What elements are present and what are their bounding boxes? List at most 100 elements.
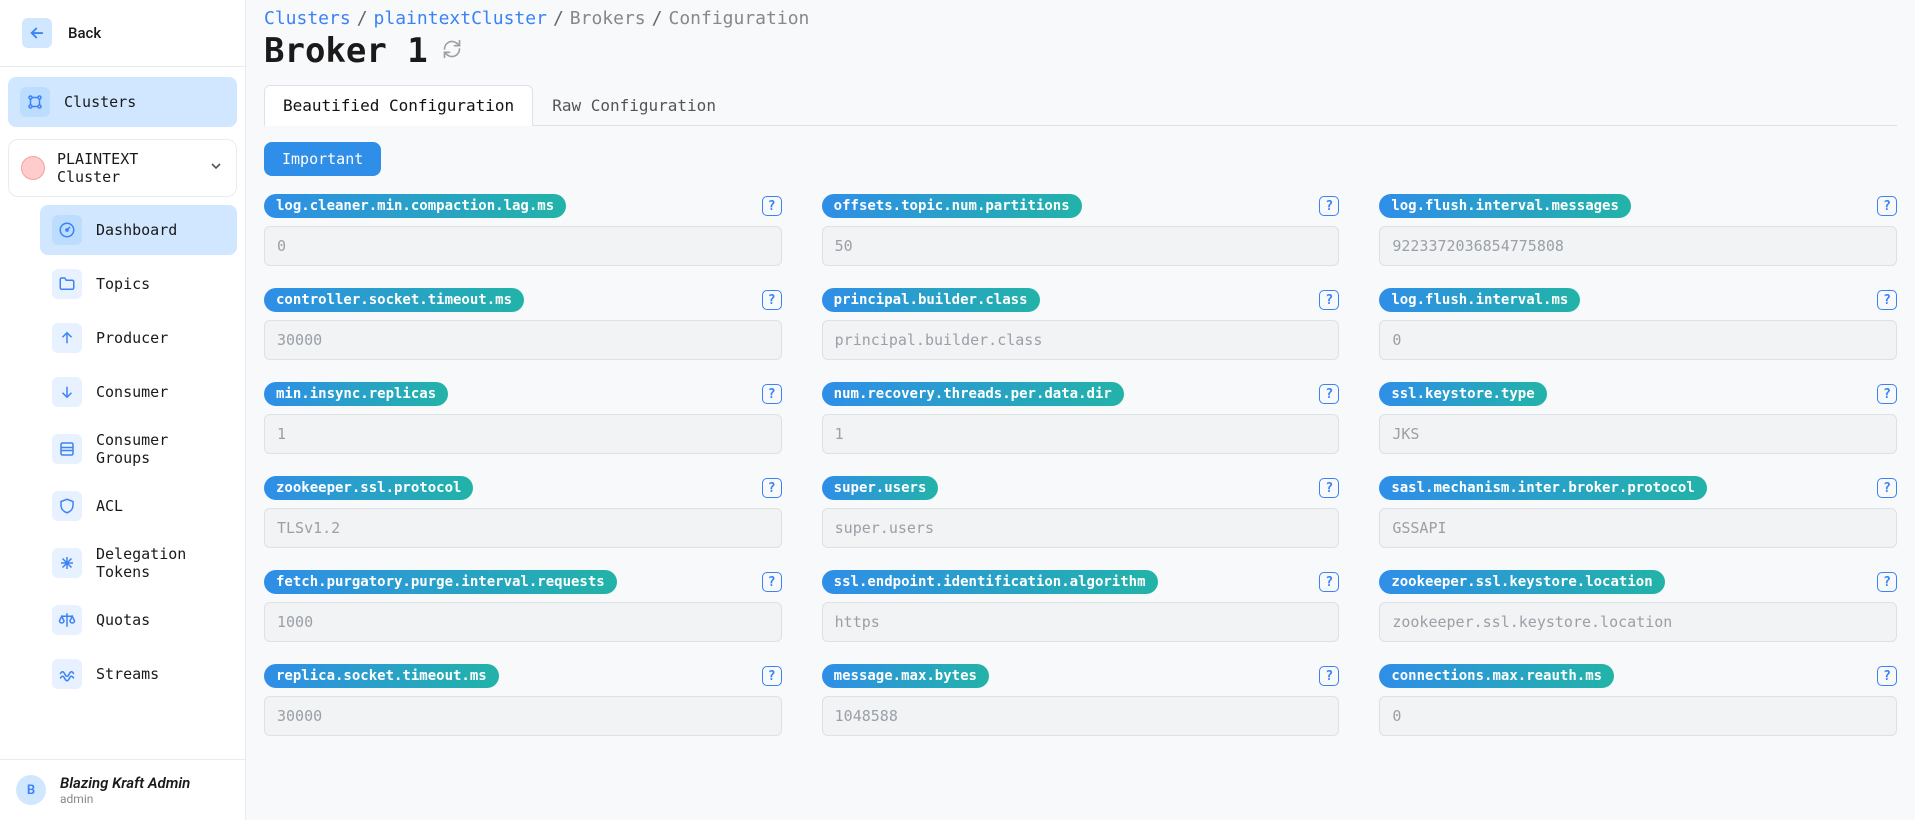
config-value-input[interactable] — [1379, 508, 1897, 548]
config-value-input[interactable] — [822, 696, 1340, 736]
config-key-badge: log.flush.interval.messages — [1379, 194, 1631, 218]
help-icon[interactable]: ? — [1319, 290, 1339, 310]
filter-important-button[interactable]: Important — [264, 142, 381, 176]
cluster-status-dot-icon — [21, 156, 45, 180]
config-value-input[interactable] — [1379, 602, 1897, 642]
config-label-row: zookeeper.ssl.keystore.location? — [1379, 570, 1897, 594]
help-icon[interactable]: ? — [1877, 572, 1897, 592]
config-key-badge: offsets.topic.num.partitions — [822, 194, 1082, 218]
divider — [0, 66, 245, 67]
config-key-badge: ssl.endpoint.identification.algorithm — [822, 570, 1158, 594]
config-value-input[interactable] — [264, 602, 782, 642]
tab-raw-configuration[interactable]: Raw Configuration — [533, 85, 735, 126]
config-value-input[interactable] — [1379, 320, 1897, 360]
breadcrumb-separator: / — [547, 8, 570, 29]
config-label-row: ssl.keystore.type? — [1379, 382, 1897, 406]
config-key-badge: sasl.mechanism.inter.broker.protocol — [1379, 476, 1706, 500]
config-key-badge: fetch.purgatory.purge.interval.requests — [264, 570, 617, 594]
help-icon[interactable]: ? — [1877, 478, 1897, 498]
config-value-input[interactable] — [264, 696, 782, 736]
reload-icon[interactable] — [442, 39, 462, 63]
sidebar-item-clusters[interactable]: Clusters — [8, 77, 237, 127]
config-value-input[interactable] — [822, 226, 1340, 266]
sidebar-item-consumer-groups[interactable]: Consumer Groups — [40, 421, 237, 477]
config-value-input[interactable] — [264, 226, 782, 266]
config-item: ssl.keystore.type? — [1379, 382, 1897, 454]
clusters-label: Clusters — [64, 93, 136, 111]
tab-beautified-configuration[interactable]: Beautified Configuration — [264, 85, 533, 126]
sidebar-footer: B Blazing Kraft Admin admin — [0, 759, 245, 820]
help-icon[interactable]: ? — [762, 196, 782, 216]
sidebar-item-acl[interactable]: ACL — [40, 481, 237, 531]
sidebar-item-consumer[interactable]: Consumer — [40, 367, 237, 417]
sidebar-item-label: Consumer — [96, 383, 168, 401]
config-item: super.users? — [822, 476, 1340, 548]
config-key-badge: zookeeper.ssl.keystore.location — [1379, 570, 1664, 594]
config-item: log.flush.interval.messages? — [1379, 194, 1897, 266]
sidebar-item-label: Topics — [96, 275, 150, 293]
breadcrumb-item[interactable]: Clusters — [264, 8, 351, 29]
config-value-input[interactable] — [822, 508, 1340, 548]
config-key-badge: principal.builder.class — [822, 288, 1040, 312]
config-value-input[interactable] — [822, 414, 1340, 454]
user-role: admin — [60, 792, 190, 806]
help-icon[interactable]: ? — [1319, 196, 1339, 216]
config-value-input[interactable] — [264, 414, 782, 454]
scale-icon — [52, 605, 82, 635]
config-value-input[interactable] — [1379, 226, 1897, 266]
help-icon[interactable]: ? — [1319, 478, 1339, 498]
config-item: sasl.mechanism.inter.broker.protocol? — [1379, 476, 1897, 548]
sidebar-item-topics[interactable]: Topics — [40, 259, 237, 309]
config-label-row: fetch.purgatory.purge.interval.requests? — [264, 570, 782, 594]
config-label-row: connections.max.reauth.ms? — [1379, 664, 1897, 688]
back-label: Back — [68, 24, 101, 42]
config-value-input[interactable] — [264, 508, 782, 548]
help-icon[interactable]: ? — [1319, 666, 1339, 686]
sidebar-item-producer[interactable]: Producer — [40, 313, 237, 363]
avatar[interactable]: B — [16, 775, 46, 805]
breadcrumb-separator: / — [351, 8, 374, 29]
page-title-row: Broker 1 — [264, 31, 1897, 71]
help-icon[interactable]: ? — [1319, 572, 1339, 592]
config-label-row: super.users? — [822, 476, 1340, 500]
sidebar-item-label: Consumer Groups — [96, 431, 225, 467]
config-value-input[interactable] — [264, 320, 782, 360]
sidebar-item-quotas[interactable]: Quotas — [40, 595, 237, 645]
help-icon[interactable]: ? — [762, 666, 782, 686]
help-icon[interactable]: ? — [1877, 290, 1897, 310]
config-item: log.cleaner.min.compaction.lag.ms? — [264, 194, 782, 266]
sidebar: Back Clusters PLAINTEXT Cluster Dashboar… — [0, 0, 246, 820]
config-value-input[interactable] — [822, 320, 1340, 360]
config-key-badge: controller.socket.timeout.ms — [264, 288, 524, 312]
help-icon[interactable]: ? — [762, 384, 782, 404]
sidebar-item-dashboard[interactable]: Dashboard — [40, 205, 237, 255]
asterisk-icon — [52, 548, 82, 578]
config-value-input[interactable] — [822, 602, 1340, 642]
config-key-badge: log.flush.interval.ms — [1379, 288, 1580, 312]
help-icon[interactable]: ? — [1877, 384, 1897, 404]
sidebar-item-delegation-tokens[interactable]: Delegation Tokens — [40, 535, 237, 591]
upload-icon — [52, 323, 82, 353]
config-item: ssl.endpoint.identification.algorithm? — [822, 570, 1340, 642]
help-icon[interactable]: ? — [1877, 196, 1897, 216]
config-value-input[interactable] — [1379, 414, 1897, 454]
config-label-row: log.flush.interval.ms? — [1379, 288, 1897, 312]
config-value-input[interactable] — [1379, 696, 1897, 736]
config-item: zookeeper.ssl.keystore.location? — [1379, 570, 1897, 642]
breadcrumb-item[interactable]: plaintextCluster — [374, 8, 547, 29]
back-button[interactable]: Back — [10, 10, 235, 56]
breadcrumb: Clusters/plaintextCluster/Brokers/Config… — [264, 8, 1897, 29]
config-key-badge: replica.socket.timeout.ms — [264, 664, 499, 688]
help-icon[interactable]: ? — [762, 290, 782, 310]
help-icon[interactable]: ? — [1319, 384, 1339, 404]
sidebar-item-streams[interactable]: Streams — [40, 649, 237, 699]
config-label-row: log.flush.interval.messages? — [1379, 194, 1897, 218]
help-icon[interactable]: ? — [1877, 666, 1897, 686]
config-key-badge: message.max.bytes — [822, 664, 989, 688]
config-label-row: controller.socket.timeout.ms? — [264, 288, 782, 312]
help-icon[interactable]: ? — [762, 478, 782, 498]
config-item: offsets.topic.num.partitions? — [822, 194, 1340, 266]
help-icon[interactable]: ? — [762, 572, 782, 592]
cluster-selector[interactable]: PLAINTEXT Cluster — [8, 139, 237, 197]
config-item: replica.socket.timeout.ms? — [264, 664, 782, 736]
